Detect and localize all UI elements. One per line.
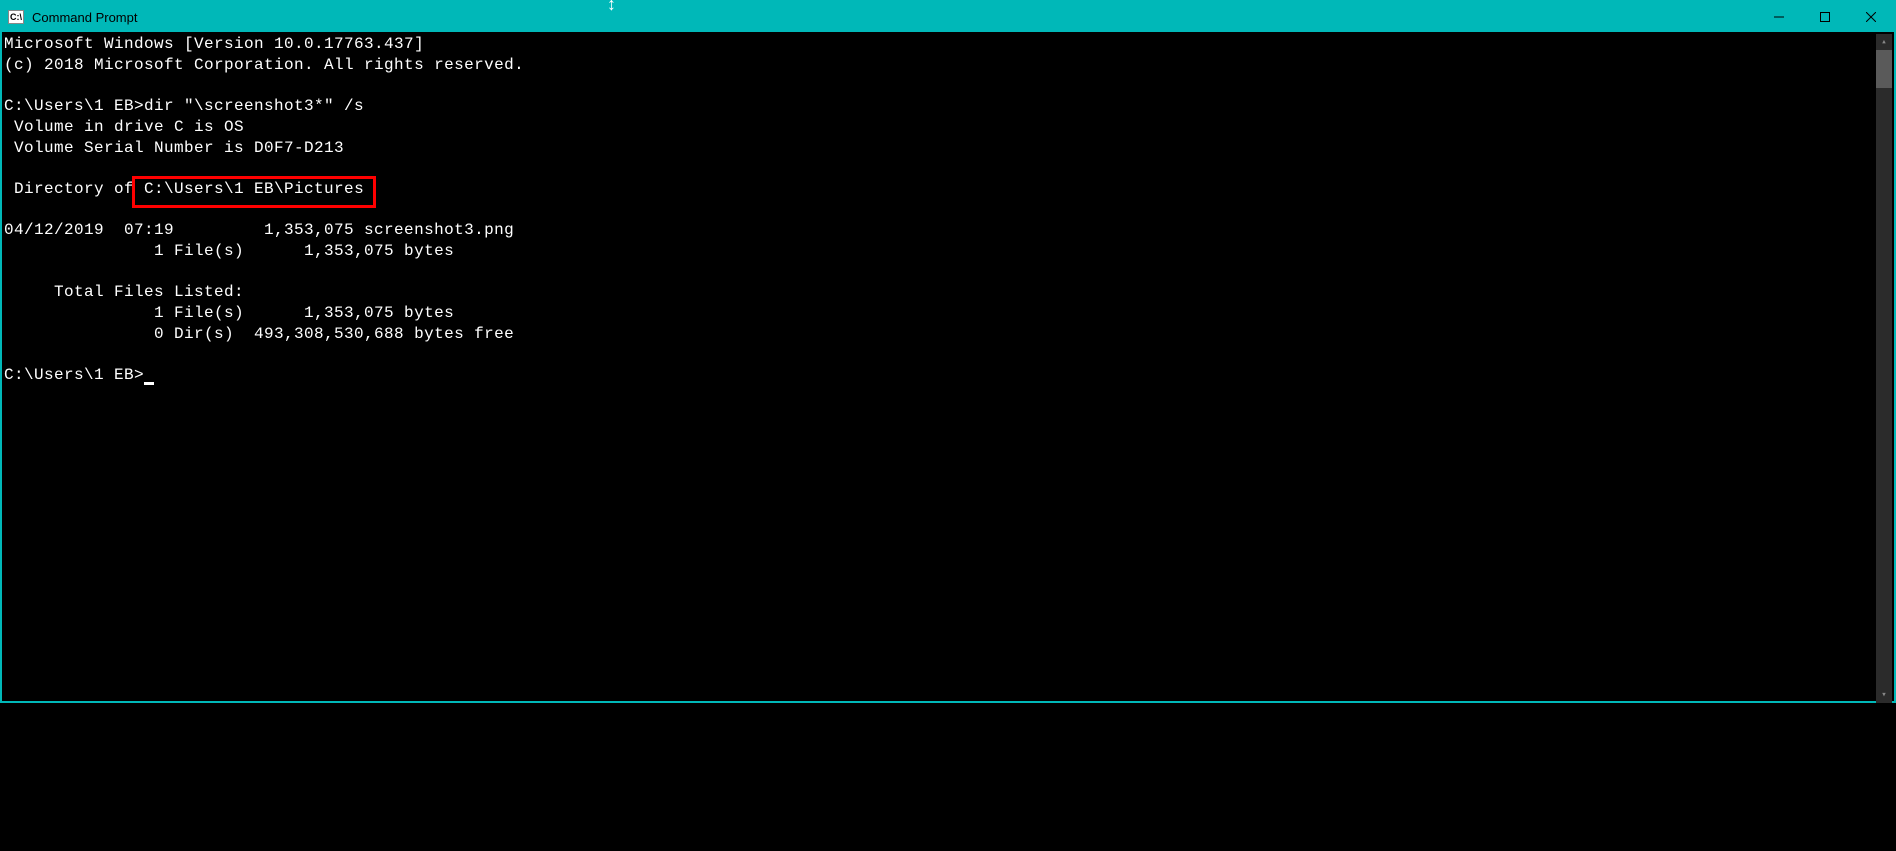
output-line: Directory of C:\Users\1 EB\Pictures xyxy=(4,180,364,198)
dir-prefix: Directory of xyxy=(4,180,144,198)
terminal-output[interactable]: Microsoft Windows [Version 10.0.17763.43… xyxy=(2,32,1894,701)
output-line: Volume in drive C is OS xyxy=(4,118,244,136)
maximize-button[interactable] xyxy=(1802,2,1848,32)
output-line: 04/12/2019 07:19 1,353,075 screenshot3.p… xyxy=(4,221,514,239)
window-controls xyxy=(1756,2,1894,32)
scroll-up-arrow[interactable]: ▴ xyxy=(1876,34,1892,50)
window-title: Command Prompt xyxy=(32,10,137,25)
scroll-down-arrow[interactable]: ▾ xyxy=(1876,687,1892,703)
vertical-scrollbar[interactable]: ▴ ▾ xyxy=(1876,34,1892,703)
minimize-button[interactable] xyxy=(1756,2,1802,32)
output-line: 1 File(s) 1,353,075 bytes xyxy=(4,242,454,260)
close-button[interactable] xyxy=(1848,2,1894,32)
command-line: C:\Users\1 EB>dir "\screenshot3*" /s xyxy=(4,97,364,115)
prompt-line: C:\Users\1 EB> xyxy=(4,366,154,384)
output-line: 0 Dir(s) 493,308,530,688 bytes free xyxy=(4,325,514,343)
output-line: Microsoft Windows [Version 10.0.17763.43… xyxy=(4,35,424,53)
prompt-text: C:\Users\1 EB> xyxy=(4,366,144,384)
output-line: Volume Serial Number is D0F7-D213 xyxy=(4,139,344,157)
scrollbar-thumb[interactable] xyxy=(1876,50,1892,88)
output-line: 1 File(s) 1,353,075 bytes xyxy=(4,304,454,322)
cmd-icon: C:\ xyxy=(8,10,24,24)
cursor xyxy=(144,382,154,385)
command-prompt-window: C:\ Command Prompt ↕ Microsoft Windows [… xyxy=(0,0,1896,703)
output-line: (c) 2018 Microsoft Corporation. All righ… xyxy=(4,56,524,74)
output-line: Total Files Listed: xyxy=(4,283,244,301)
title-bar[interactable]: C:\ Command Prompt xyxy=(2,2,1894,32)
dir-path: C:\Users\1 EB\Pictures xyxy=(144,180,364,198)
